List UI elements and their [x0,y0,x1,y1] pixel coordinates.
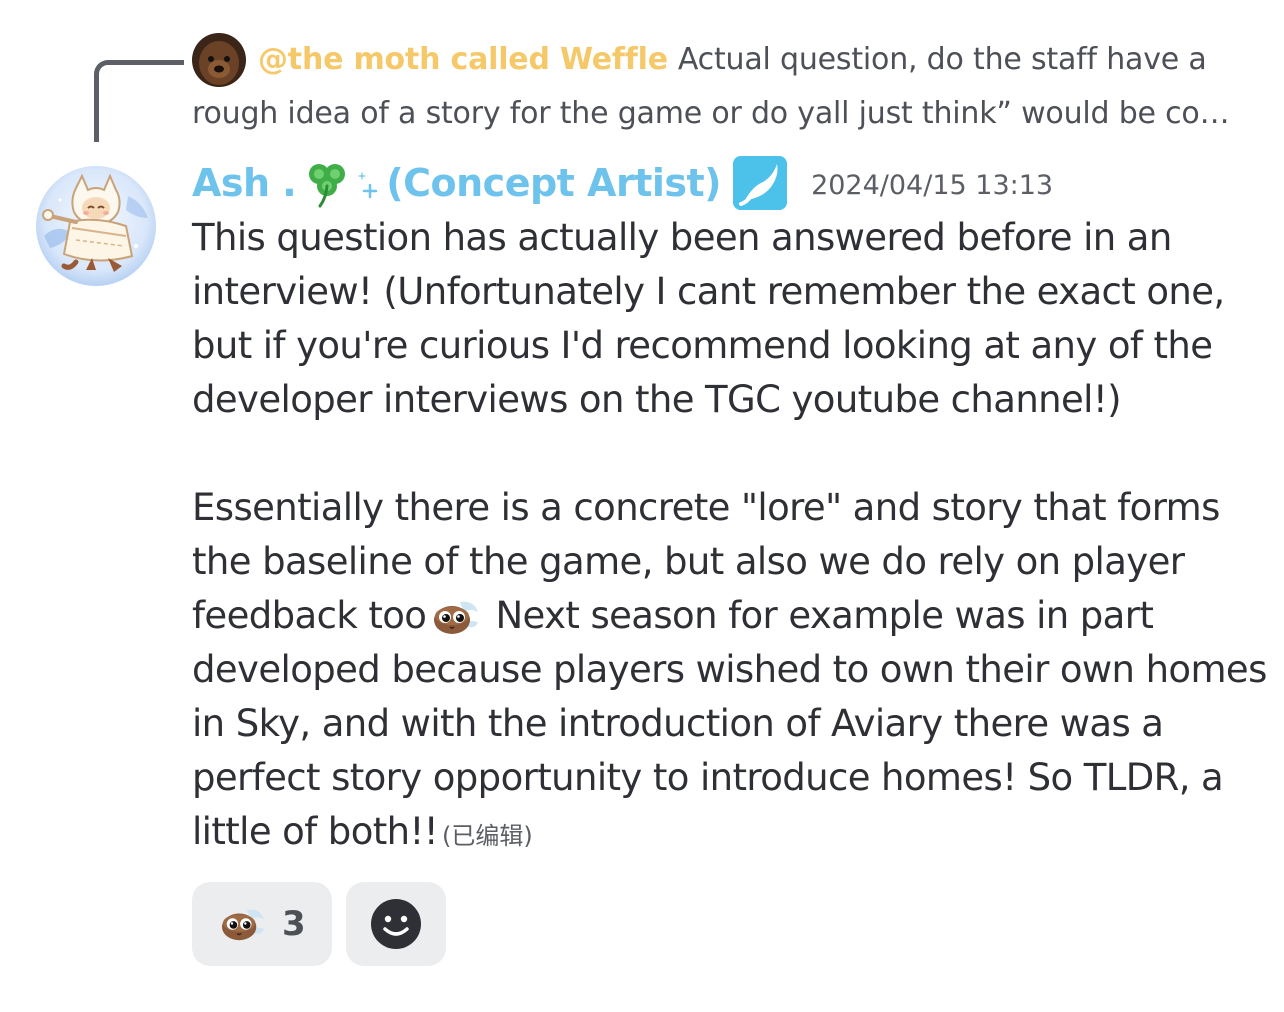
message-line-with-emoji: feedback too Next season for example was… [192,589,1262,643]
clover-icon [300,158,354,208]
reactions-bar: 3 [192,882,446,966]
message-header: Ash . (Concept Artist) 2024/04/15 13:13 [192,150,1053,216]
message-line: but if you're curious I'd recommend look… [192,324,1213,367]
reaction-button[interactable]: 3 [192,882,332,966]
message-line-last: little of both!! (已编辑) [192,805,1262,859]
reply-preview-line-2[interactable]: rough idea of a story for the game or do… [192,87,1252,141]
reply-preview-text-1: Actual question, do the staff have a [677,42,1207,77]
reply-preview-line-1[interactable]: @the moth called Weffle Actual question, … [192,33,1252,87]
message-line: developed because players wished to own … [192,648,1267,691]
message-line: This question has actually been answered… [192,216,1172,259]
message-line: in Sky, and with the introduction of Avi… [192,702,1164,745]
message-line: Essentially there is a concrete "lore" a… [192,486,1220,529]
author-avatar[interactable] [36,166,156,286]
message-line-segment: Next season for example was in part [495,594,1154,637]
message-line-segment: feedback too [192,594,427,637]
sky-kid-emoji-icon [218,904,266,944]
sky-kid-emoji-icon[interactable] [430,596,480,638]
message-line: the baseline of the game, but also we do… [192,540,1185,583]
message-content: This question has actually been answered… [192,211,1267,859]
smiley-add-reaction-icon [370,898,422,950]
message-line: developer interviews on the TGC youtube … [192,378,1122,421]
username-prefix: Ash . [192,161,297,205]
username-suffix: (Concept Artist) [386,161,722,205]
sparkle-icon [357,166,380,200]
message-line-segment: little of both!! [192,810,439,853]
message-line: interview! (Unfortunately I cant remembe… [192,270,1225,313]
author-username[interactable]: Ash . (Concept Artist) [192,158,722,208]
add-reaction-button[interactable] [346,882,446,966]
paint-stroke-icon[interactable] [733,156,788,210]
paragraph-break [192,427,1262,481]
reaction-count: 3 [282,904,306,944]
message-timestamp[interactable]: 2024/04/15 13:13 [811,170,1053,201]
message-line: perfect story opportunity to introduce h… [192,756,1224,799]
reply-author-name[interactable]: @the moth called Weffle [258,42,668,77]
reply-connector-line [94,60,184,142]
edited-label: (已编辑) [441,822,533,850]
